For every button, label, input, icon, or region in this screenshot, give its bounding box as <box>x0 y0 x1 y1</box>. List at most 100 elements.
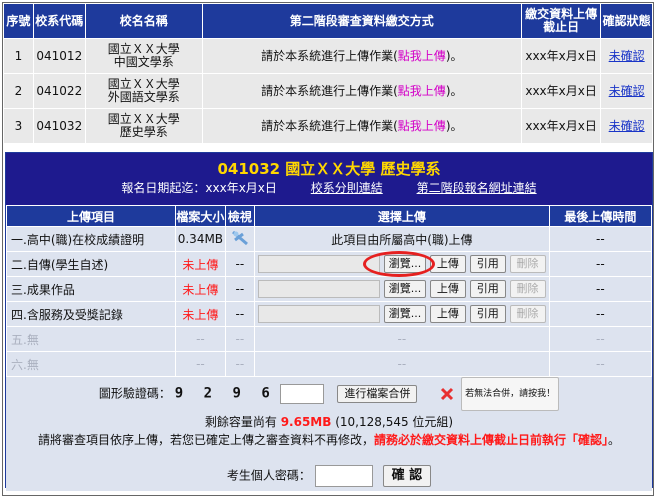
file-size: 未上傳 <box>175 251 226 277</box>
table-row: 2 041022 國立ＸＸ大學 外國語文學系 請於本系統進行上傳作業(點我上傳)。… <box>3 73 653 109</box>
upload-row: 六.無 -- -- -- -- <box>5 351 653 377</box>
col-no: 序號 <box>3 3 34 39</box>
password-label: 考生個人密碼： <box>226 468 311 483</box>
panel-header: 041032 國立ＸＸ大學 歷史學系 報名日期起迄：xxx年x月x日 校系分則連… <box>6 153 652 205</box>
password-input[interactable] <box>314 465 373 487</box>
col-deadline: 繳交資料上傳截止日 <box>520 3 602 39</box>
captcha-label: 圖形驗證碼： <box>98 386 171 401</box>
row-status: 未確認 <box>600 73 653 109</box>
delete-button[interactable]: 刪除 <box>509 255 546 273</box>
table-row: 3 041032 國立ＸＸ大學 歷史學系 請於本系統進行上傳作業(點我上傳)。 x… <box>3 108 653 144</box>
row-school: 國立ＸＸ大學 歷史學系 <box>84 108 203 144</box>
merge-fail-button[interactable]: 若無法合併，請按我！ <box>461 377 560 411</box>
panel-title: 041032 國立ＸＸ大學 歷史學系 <box>217 160 441 178</box>
select-cell: 瀏覽... 上傳 引用 刪除 <box>254 301 550 327</box>
last-upload: -- <box>548 351 653 377</box>
confirm-button[interactable]: 確 認 <box>382 465 432 487</box>
col-code: 校系代碼 <box>32 3 86 39</box>
row-code: 041012 <box>32 38 86 74</box>
upload-row: 四.含服務及受獎記錄 未上傳 -- 瀏覽... 上傳 引用 刪除 -- <box>5 301 653 327</box>
select-cell: -- <box>254 351 550 377</box>
row-school: 國立ＸＸ大學 中國文學系 <box>84 38 203 74</box>
row-deadline: xxx年x月x日 <box>520 73 602 109</box>
row-method: 請於本系統進行上傳作業(點我上傳)。 <box>201 73 522 109</box>
file-path-field[interactable] <box>258 305 381 323</box>
status-link[interactable]: 未確認 <box>609 84 645 98</box>
last-upload: -- <box>548 301 653 327</box>
captcha-image: 9 2 9 6 <box>174 385 276 402</box>
panel-footer: 圖形驗證碼： 9 2 9 6 進行檔案合併 若無法合併，請按我！ 剩餘容量尚有 … <box>6 377 652 491</box>
view-cell: -- <box>224 351 256 377</box>
file-path-field[interactable] <box>258 255 381 273</box>
col-school: 校名名稱 <box>84 3 203 39</box>
view-cell <box>224 226 256 252</box>
instruction-note: 請將審查項目依序上傳，若您已確定上傳之審查資料不再修改，請務必於繳交資料上傳截止… <box>37 433 621 447</box>
file-size: 未上傳 <box>175 276 226 302</box>
item-label: 二.自傳(學生自述) <box>5 251 177 277</box>
select-note: 此項目由所屬高中(職)上傳 <box>254 226 550 252</box>
table-row: 1 041012 國立ＸＸ大學 中國文學系 請於本系統進行上傳作業(點我上傳)。 … <box>3 38 653 74</box>
dept-rules-link[interactable]: 校系分則連結 <box>311 181 383 195</box>
password-row: 考生個人密碼： 確 認 <box>6 449 652 487</box>
row-school: 國立ＸＸ大學 外國語文學系 <box>84 73 203 109</box>
view-file-icon[interactable] <box>231 230 249 249</box>
upload-link[interactable]: 點我上傳 <box>398 84 446 98</box>
col-method: 第二階段審查資料繳交方式 <box>201 3 522 39</box>
cite-button[interactable]: 引用 <box>469 280 506 298</box>
file-size: 未上傳 <box>175 301 226 327</box>
file-size: 0.34MB <box>175 226 226 252</box>
row-deadline: xxx年x月x日 <box>520 108 602 144</box>
delete-button[interactable]: 刪除 <box>509 280 546 298</box>
select-cell: -- <box>254 326 550 352</box>
item-label: 四.含服務及受獎記錄 <box>5 301 177 327</box>
row-no: 1 <box>3 38 34 74</box>
browse-button[interactable]: 瀏覽... <box>384 280 427 298</box>
view-cell: -- <box>224 251 256 277</box>
col-view: 檢視 <box>224 205 256 227</box>
file-size: -- <box>175 326 226 352</box>
upload-button[interactable]: 上傳 <box>429 255 466 273</box>
row-status: 未確認 <box>600 38 653 74</box>
file-path-field[interactable] <box>258 280 381 298</box>
upload-row: 五.無 -- -- -- -- <box>5 326 653 352</box>
upload-table: 上傳項目 檔案大小 檢視 選擇上傳 最後上傳時間 一.高中(職)在校成績證明 0… <box>5 205 653 377</box>
captcha-input[interactable] <box>279 384 324 404</box>
col-size: 檔案大小 <box>175 205 226 227</box>
row-code: 041032 <box>32 108 86 144</box>
delete-button[interactable]: 刪除 <box>509 305 546 323</box>
last-upload: -- <box>548 226 653 252</box>
captcha-row: 圖形驗證碼： 9 2 9 6 進行檔案合併 若無法合併，請按我！ <box>6 377 652 411</box>
upload-button[interactable]: 上傳 <box>429 280 466 298</box>
row-no: 3 <box>3 108 34 144</box>
upload-row: 二.自傳(學生自述) 未上傳 -- 瀏覽... 上傳 引用 刪除 -- <box>5 251 653 277</box>
merge-help[interactable]: 若無法合併，請按我！ <box>439 377 560 411</box>
col-last: 最後上傳時間 <box>548 205 653 227</box>
upload-link[interactable]: 點我上傳 <box>398 49 446 63</box>
row-deadline: xxx年x月x日 <box>520 38 602 74</box>
status-link[interactable]: 未確認 <box>609 119 645 133</box>
col-item: 上傳項目 <box>5 205 177 227</box>
upload-row: 一.高中(職)在校成績證明 0.34MB 此項目由所屬高中(職)上傳 -- <box>5 226 653 252</box>
row-code: 041022 <box>32 73 86 109</box>
upload-link[interactable]: 點我上傳 <box>398 119 446 133</box>
item-label: 三.成果作品 <box>5 276 177 302</box>
last-upload: -- <box>548 276 653 302</box>
browse-button[interactable]: 瀏覽... <box>384 305 427 323</box>
table-header: 序號 校系代碼 校名名稱 第二階段審查資料繳交方式 繳交資料上傳截止日 確認狀態 <box>3 3 653 39</box>
item-label: 五.無 <box>5 326 177 352</box>
file-size: -- <box>175 351 226 377</box>
upload-panel: 041032 國立ＸＸ大學 歷史學系 報名日期起迄：xxx年x月x日 校系分則連… <box>5 152 653 491</box>
status-link[interactable]: 未確認 <box>609 49 645 63</box>
last-upload: -- <box>548 251 653 277</box>
col-status: 確認狀態 <box>600 3 653 39</box>
view-cell: -- <box>224 276 256 302</box>
stage2-link[interactable]: 第二階段報名網址連結 <box>417 181 537 195</box>
merge-button[interactable]: 進行檔案合併 <box>337 385 418 403</box>
highlight-circle <box>363 251 435 277</box>
upload-row: 三.成果作品 未上傳 -- 瀏覽... 上傳 引用 刪除 -- <box>5 276 653 302</box>
panel-subtitle: 報名日期起迄：xxx年x月x日 校系分則連結 第二階段報名網址連結 <box>6 179 652 197</box>
cite-button[interactable]: 引用 <box>469 255 506 273</box>
row-method: 請於本系統進行上傳作業(點我上傳)。 <box>201 108 522 144</box>
cite-button[interactable]: 引用 <box>469 305 506 323</box>
upload-button[interactable]: 上傳 <box>429 305 466 323</box>
